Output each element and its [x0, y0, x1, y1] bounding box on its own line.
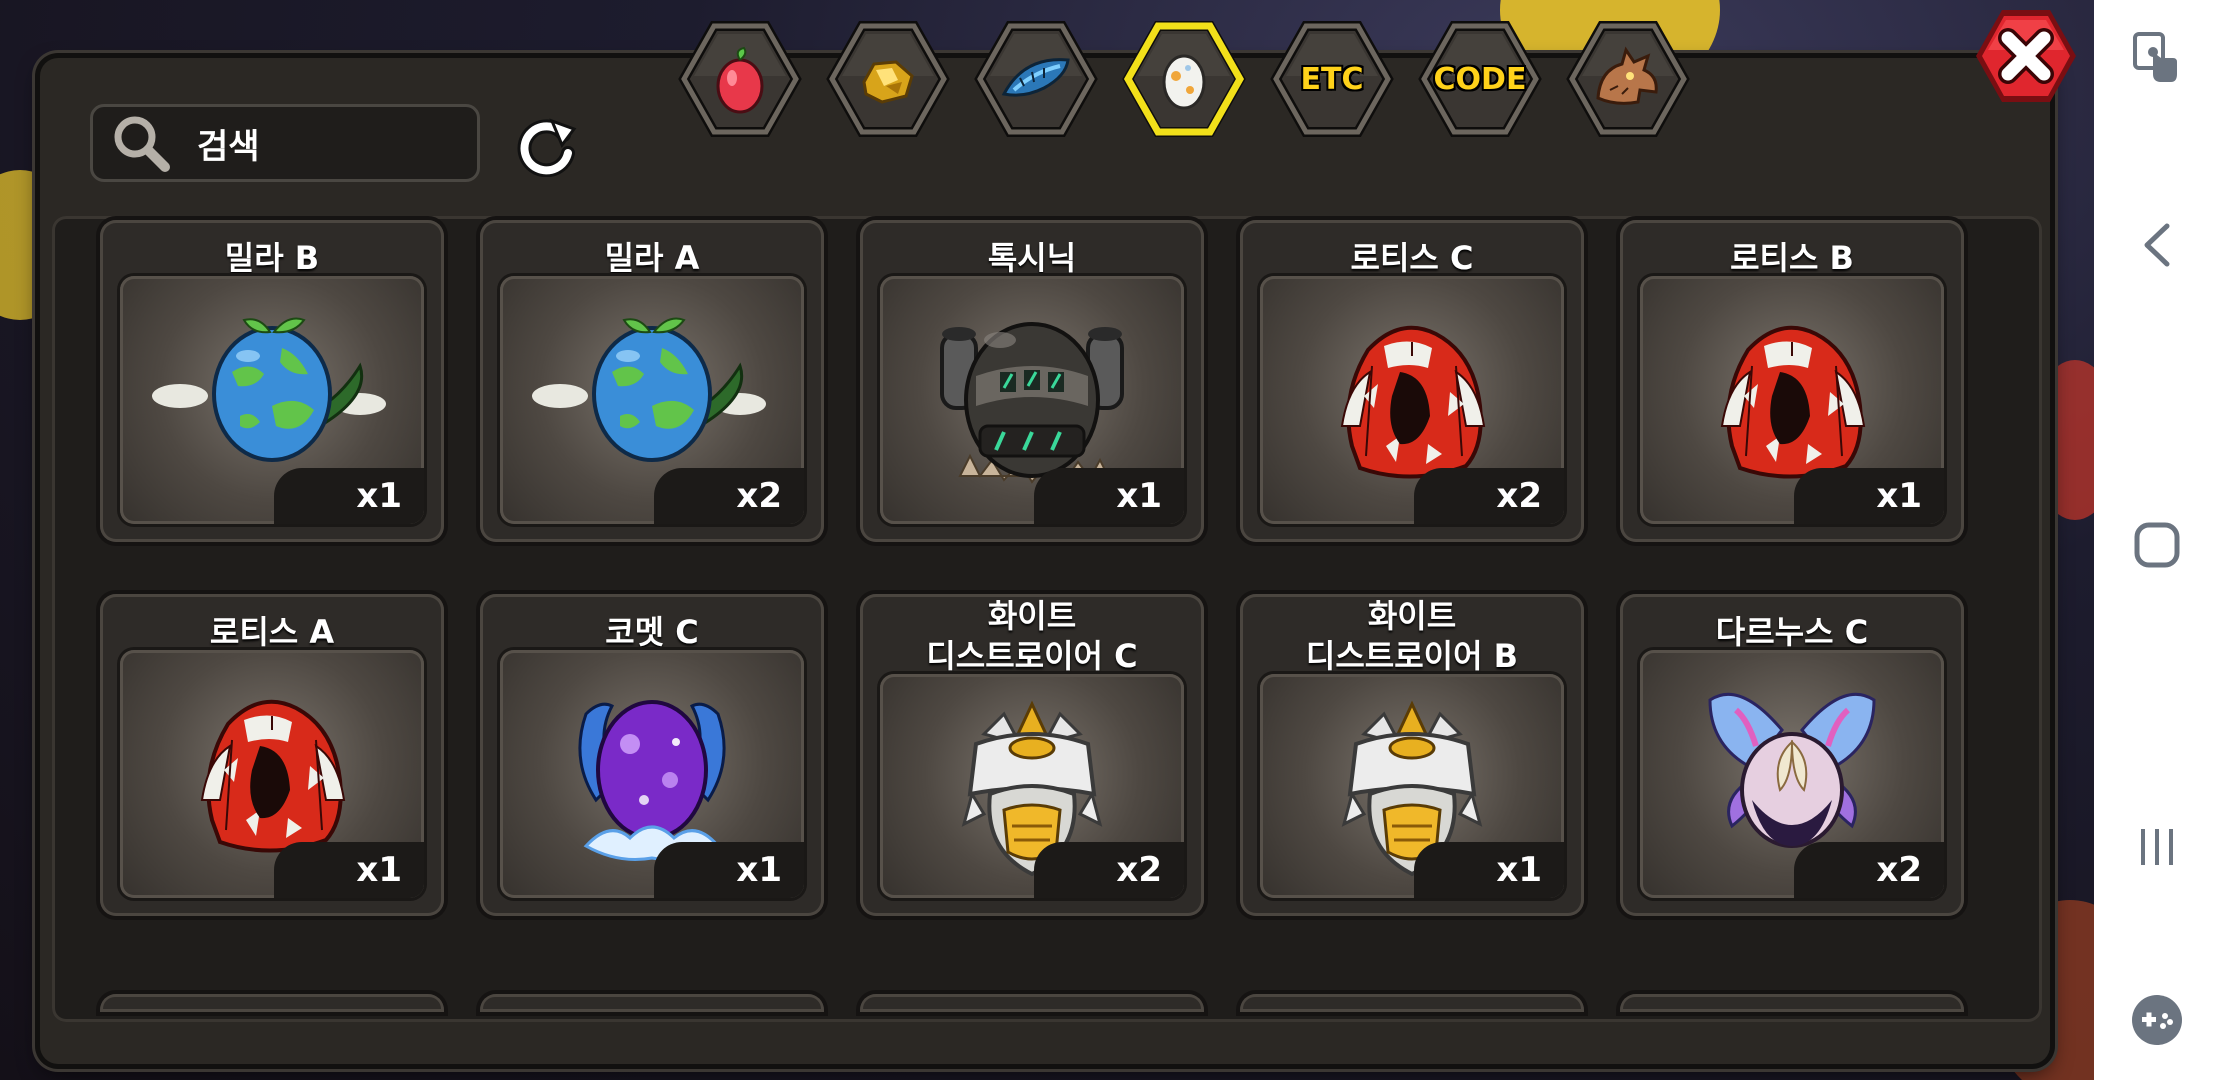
search-icon	[114, 116, 170, 172]
item-card-partial[interactable]	[1620, 994, 1964, 1012]
item-quantity: x1	[274, 468, 424, 524]
item-card[interactable]: 화이트 디스트로이어 C x2	[860, 594, 1204, 916]
recent-apps-icon	[2141, 829, 2173, 865]
search-field[interactable]: 검색	[90, 104, 480, 182]
close-icon	[1976, 10, 2076, 102]
item-name: 화이트 디스트로이어 B	[1305, 597, 1519, 675]
tab-fruit[interactable]	[678, 20, 802, 138]
item-name: 밀라 B	[224, 239, 320, 277]
search-placeholder: 검색	[197, 126, 260, 167]
touch-assist-button[interactable]	[2094, 28, 2220, 88]
item-card[interactable]: 로티스 C x2	[1240, 220, 1584, 542]
touch-assist-icon	[2133, 32, 2177, 82]
item-name: 밀라 A	[604, 239, 700, 277]
item-quantity: x1	[654, 842, 804, 898]
item-icon-frame: x1	[1260, 674, 1564, 898]
item-card[interactable]: 밀라 A x2	[480, 220, 824, 542]
game-tools-button[interactable]	[2094, 990, 2220, 1050]
tab-dragon[interactable]	[1566, 20, 1690, 138]
item-icon-frame: x2	[1260, 276, 1564, 524]
item-card-partial[interactable]	[1240, 994, 1584, 1012]
close-button[interactable]	[1972, 4, 2080, 108]
item-card[interactable]: 화이트 디스트로이어 B x1	[1240, 594, 1584, 916]
tab-ore[interactable]	[826, 20, 950, 138]
item-icon-frame: x1	[1640, 276, 1944, 524]
tab-code[interactable]: CODE	[1418, 20, 1542, 138]
tab-etc[interactable]: ETC	[1270, 20, 1394, 138]
item-name: 로티스 A	[209, 613, 335, 651]
back-button[interactable]	[2094, 210, 2220, 280]
item-card-partial[interactable]	[860, 994, 1204, 1012]
item-quantity: x2	[1794, 842, 1944, 898]
item-name: 로티스 C	[1350, 239, 1474, 277]
recent-apps-button[interactable]	[2094, 812, 2220, 882]
refresh-button[interactable]	[510, 114, 584, 178]
item-card-partial[interactable]	[480, 994, 824, 1012]
item-icon-frame: x1	[880, 276, 1184, 524]
item-quantity: x2	[1414, 468, 1564, 524]
item-name: 다르누스 C	[1715, 613, 1869, 651]
item-quantity: x1	[1794, 468, 1944, 524]
game-controller-icon	[2132, 995, 2182, 1045]
tab-egg[interactable]	[1122, 20, 1246, 138]
item-quantity: x2	[654, 468, 804, 524]
item-icon-frame: x1	[120, 650, 424, 898]
tab-label: CODE	[1433, 61, 1527, 97]
tab-label: ETC	[1300, 61, 1364, 97]
tab-feather[interactable]	[974, 20, 1098, 138]
back-icon	[2144, 223, 2170, 267]
item-quantity: x1	[1034, 468, 1184, 524]
item-icon-frame: x1	[500, 650, 804, 898]
item-name: 로티스 B	[1730, 239, 1854, 277]
home-icon	[2134, 522, 2180, 568]
item-icon-frame: x2	[880, 674, 1184, 898]
egg-icon	[1162, 54, 1206, 110]
home-button[interactable]	[2094, 510, 2220, 580]
refresh-icon	[517, 118, 577, 177]
item-icon-frame: x1	[120, 276, 424, 524]
item-card[interactable]: 톡시닉 x1	[860, 220, 1204, 542]
item-card-partial[interactable]	[100, 994, 444, 1012]
item-quantity: x1	[274, 842, 424, 898]
item-name: 화이트 디스트로이어 C	[926, 597, 1138, 675]
item-icon-frame: x2	[500, 276, 804, 524]
item-quantity: x2	[1034, 842, 1184, 898]
item-card[interactable]: 밀라 B x1	[100, 220, 444, 542]
item-name: 코멧 C	[605, 613, 699, 651]
item-card[interactable]: 로티스 A x1	[100, 594, 444, 916]
item-name: 톡시닉	[987, 239, 1077, 277]
item-card[interactable]: 로티스 B x1	[1620, 220, 1964, 542]
item-quantity: x1	[1414, 842, 1564, 898]
gold-ore-icon	[862, 60, 914, 104]
item-card[interactable]: 코멧 C x1	[480, 594, 824, 916]
system-navigation-bar	[2094, 0, 2220, 1080]
item-icon-frame: x2	[1640, 650, 1944, 898]
item-card[interactable]: 다르누스 C x2	[1620, 594, 1964, 916]
